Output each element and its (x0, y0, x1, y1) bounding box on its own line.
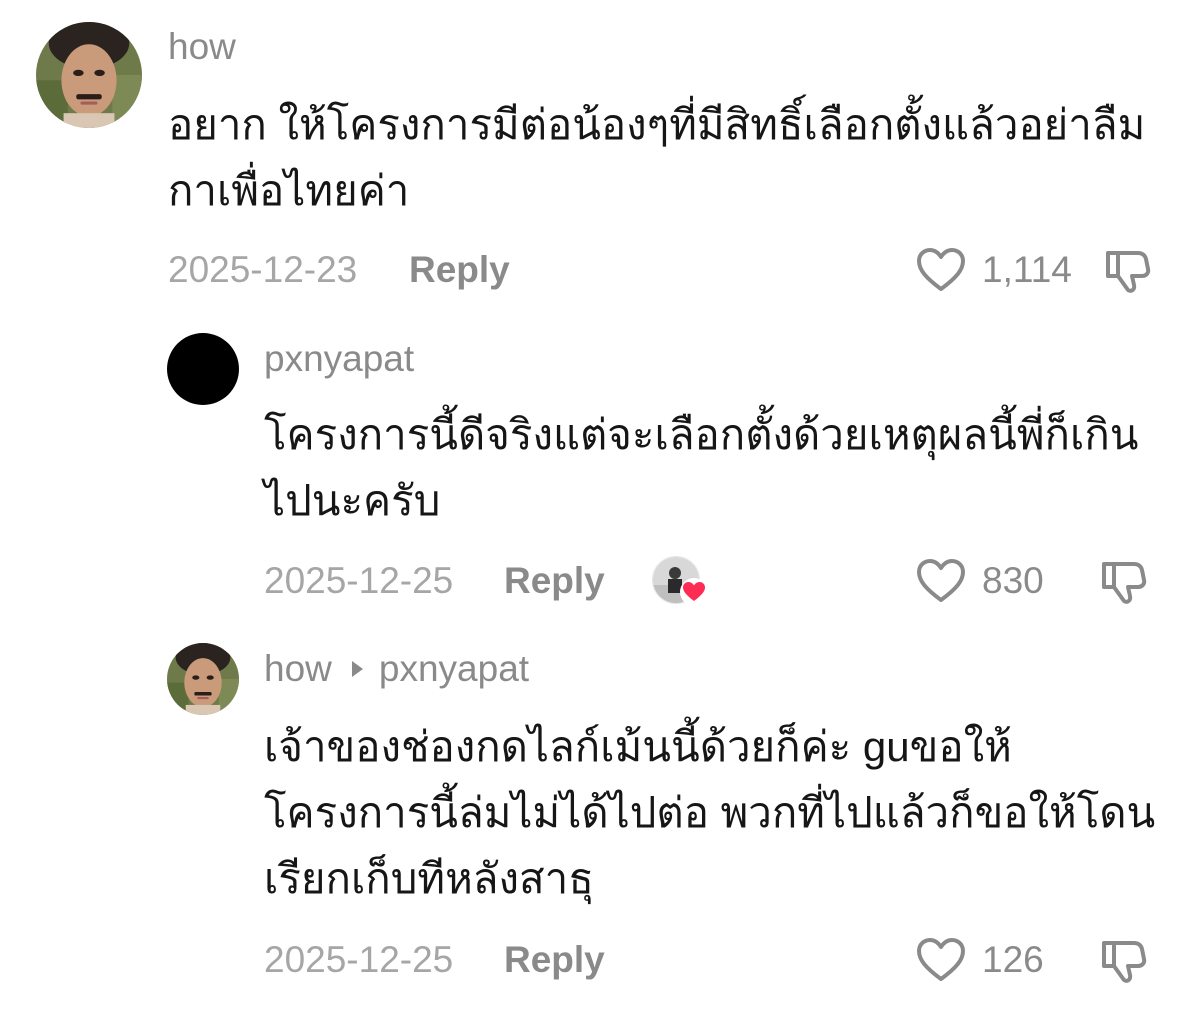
black-avatar-icon (167, 333, 239, 405)
like-button[interactable]: 1,114 (916, 245, 1072, 295)
like-count: 830 (982, 560, 1044, 601)
reply-arrow-icon (351, 661, 363, 677)
heart-icon (917, 248, 965, 291)
comment-2: pxnyapat โครงการนี้ดีจริงแต่จะเลือกตั้งด… (0, 310, 1200, 630)
comment-1: how อยาก ให้โครงการมีต่อน้องๆที่มีสิทธิ์… (0, 0, 1200, 310)
comment-username[interactable]: how pxnyapat (264, 648, 529, 690)
heart-badge-icon (680, 578, 708, 606)
username-text[interactable]: how (264, 648, 332, 690)
comment-meta: 2025-12-25 Reply 126 (264, 935, 1168, 985)
like-count: 1,114 (982, 249, 1072, 290)
creator-liked-badge (652, 556, 708, 608)
comment-date: 2025-12-25 (264, 939, 454, 980)
avatar[interactable] (167, 333, 239, 405)
like-count: 126 (982, 939, 1044, 980)
reply-button[interactable]: Reply (504, 556, 605, 606)
dislike-icon[interactable] (1098, 935, 1148, 985)
username-text[interactable]: how (168, 26, 236, 68)
comment-date: 2025-12-25 (264, 560, 454, 601)
comment-text: อยาก ให้โครงการมีต่อน้องๆที่มีสิทธิ์เลือ… (168, 101, 1146, 214)
like-button[interactable]: 830 (916, 556, 1044, 606)
dislike-icon[interactable] (1098, 556, 1148, 606)
reply-to-username[interactable]: pxnyapat (379, 648, 529, 690)
heart-icon (917, 938, 965, 981)
like-button[interactable]: 126 (916, 935, 1044, 985)
reply-button[interactable]: Reply (504, 935, 605, 985)
user-avatar-photo-icon (36, 22, 142, 128)
heart-icon (917, 559, 965, 602)
comment-text: โครงการนี้ดีจริงแต่จะเลือกตั้งด้วยเหตุผล… (264, 411, 1139, 524)
avatar[interactable] (167, 643, 239, 715)
user-avatar-photo-icon (167, 643, 239, 715)
comment-meta: 2025-12-25 Reply 830 (264, 556, 1168, 606)
comment-date: 2025-12-23 (168, 249, 358, 290)
dislike-icon[interactable] (1102, 245, 1152, 295)
comment-username[interactable]: how (168, 26, 236, 68)
username-text[interactable]: pxnyapat (264, 338, 414, 380)
reply-button[interactable]: Reply (409, 245, 510, 295)
avatar[interactable] (36, 22, 142, 128)
comment-meta: 2025-12-23 Reply 1,114 (168, 245, 1168, 295)
comment-text: เจ้าของช่องกดไลก์เม้นนี้ด้วยก็ค่ะ guขอให… (264, 723, 1156, 902)
comment-3: how pxnyapat เจ้าของช่องกดไลก์เม้นนี้ด้ว… (0, 630, 1200, 1012)
comment-username[interactable]: pxnyapat (264, 338, 414, 380)
